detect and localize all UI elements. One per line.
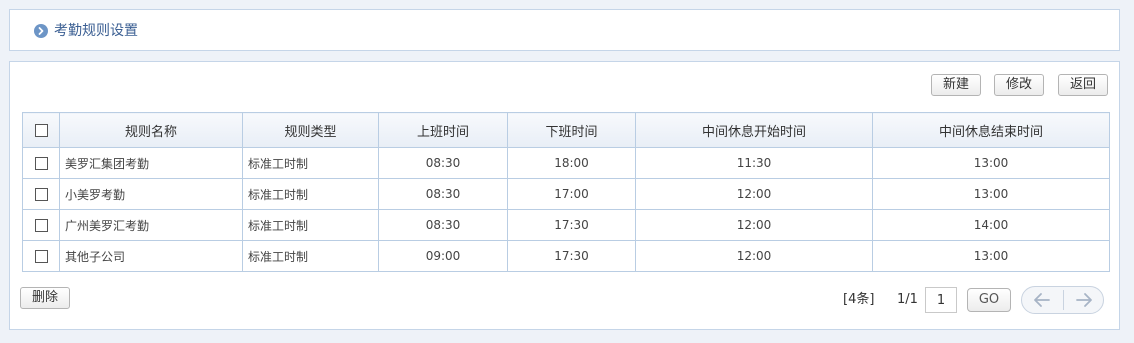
row-select-cell: [22, 209, 60, 241]
back-button[interactable]: 返回: [1058, 74, 1108, 96]
rule-name-cell: 美罗汇集团考勤: [59, 147, 243, 179]
break-end-cell: 14:00: [872, 209, 1110, 241]
rules-panel: 新建 修改 返回 规则名称 规则类型 上班时间 下班时间 中间休息开始时间 中间…: [9, 61, 1120, 330]
break-start-cell: 12:00: [635, 178, 873, 210]
row-checkbox[interactable]: [34, 157, 48, 170]
next-page-button[interactable]: [1064, 287, 1105, 313]
rule-name-cell: 广州美罗汇考勤: [59, 209, 243, 241]
column-header-start[interactable]: 上班时间: [378, 112, 508, 148]
chevron-circle-icon: [34, 24, 48, 38]
break-end-cell: 13:00: [872, 147, 1110, 179]
start-time-cell: 08:30: [378, 209, 508, 241]
row-checkbox[interactable]: [34, 250, 48, 263]
table-header-row: 规则名称 规则类型 上班时间 下班时间 中间休息开始时间 中间休息结束时间: [22, 112, 1110, 148]
row-checkbox[interactable]: [34, 188, 48, 201]
page-number-input[interactable]: [925, 287, 957, 313]
column-header-break-end[interactable]: 中间休息结束时间: [872, 112, 1110, 148]
row-select-cell: [22, 178, 60, 210]
end-time-cell: 17:30: [507, 240, 636, 272]
page-indicator: 1/1: [897, 292, 918, 307]
column-header-end[interactable]: 下班时间: [507, 112, 636, 148]
select-all-checkbox[interactable]: [34, 123, 48, 137]
column-header-type[interactable]: 规则类型: [242, 112, 379, 148]
rule-type-cell: 标准工时制: [242, 240, 379, 272]
break-start-cell: 11:30: [635, 147, 873, 179]
start-time-cell: 08:30: [378, 178, 508, 210]
end-time-cell: 17:00: [507, 178, 636, 210]
rule-type-cell: 标准工时制: [242, 147, 379, 179]
rule-type-cell: 标准工时制: [242, 178, 379, 210]
start-time-cell: 09:00: [378, 240, 508, 272]
break-start-cell: 12:00: [635, 209, 873, 241]
arrow-right-icon: [1076, 293, 1092, 307]
row-select-cell: [22, 147, 60, 179]
page-title: 考勤规则设置: [54, 23, 138, 39]
rule-type-cell: 标准工时制: [242, 209, 379, 241]
rule-name-cell: 其他子公司: [59, 240, 243, 272]
table-row[interactable]: 美罗汇集团考勤 标准工时制 08:30 18:00 11:30 13:00: [22, 147, 1110, 179]
row-select-cell: [22, 240, 60, 272]
table-row[interactable]: 小美罗考勤 标准工时制 08:30 17:00 12:00 13:00: [22, 178, 1110, 210]
rules-table: 规则名称 规则类型 上班时间 下班时间 中间休息开始时间 中间休息结束时间 美罗…: [22, 112, 1110, 272]
rule-name-cell: 小美罗考勤: [59, 178, 243, 210]
table-row[interactable]: 其他子公司 标准工时制 09:00 17:30 12:00 13:00: [22, 240, 1110, 272]
page-nav: [1021, 286, 1104, 314]
go-button[interactable]: GO: [967, 288, 1011, 312]
break-start-cell: 12:00: [635, 240, 873, 272]
arrow-left-icon: [1034, 293, 1050, 307]
end-time-cell: 18:00: [507, 147, 636, 179]
prev-page-button[interactable]: [1022, 287, 1063, 313]
table-row[interactable]: 广州美罗汇考勤 标准工时制 08:30 17:30 12:00 14:00: [22, 209, 1110, 241]
column-header-break-start[interactable]: 中间休息开始时间: [635, 112, 873, 148]
break-end-cell: 13:00: [872, 178, 1110, 210]
page-header: 考勤规则设置: [9, 9, 1120, 51]
edit-button[interactable]: 修改: [994, 74, 1044, 96]
column-header-name[interactable]: 规则名称: [59, 112, 243, 148]
new-button[interactable]: 新建: [931, 74, 981, 96]
record-count: [4条]: [843, 292, 875, 307]
start-time-cell: 08:30: [378, 147, 508, 179]
delete-button[interactable]: 删除: [20, 287, 70, 309]
row-checkbox[interactable]: [34, 219, 48, 232]
break-end-cell: 13:00: [872, 240, 1110, 272]
end-time-cell: 17:30: [507, 209, 636, 241]
select-all-cell: [22, 112, 60, 148]
